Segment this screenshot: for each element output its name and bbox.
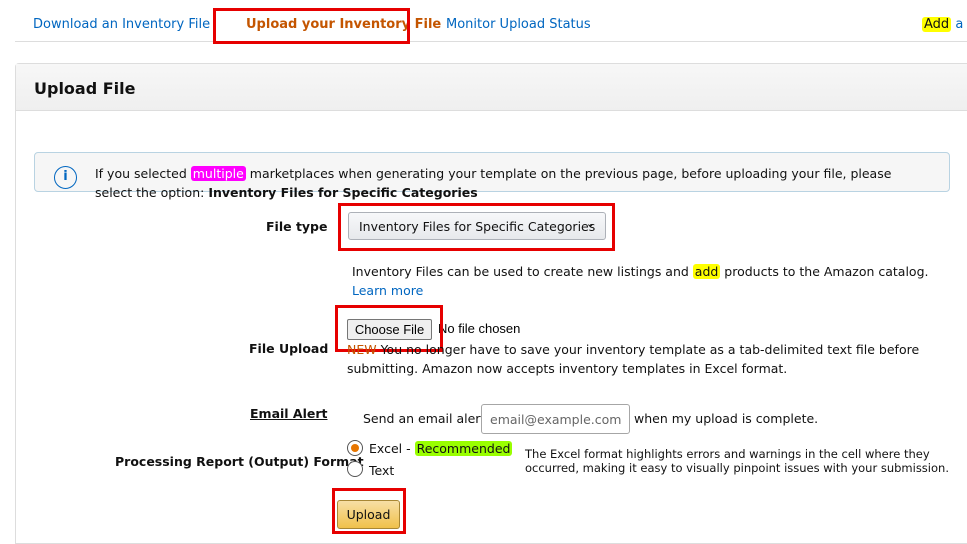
highlight-add: Add — [922, 17, 952, 32]
chevron-down-icon: ⌄ — [585, 217, 595, 230]
choose-file-button[interactable]: Choose File — [347, 319, 432, 340]
email-input[interactable]: email@example.com — [481, 404, 630, 434]
info-icon: i — [54, 166, 77, 189]
file-upload-note-line1: You no longer have to save your inventor… — [376, 342, 920, 357]
new-tag: NEW — [347, 342, 377, 357]
radio-excel-label: Excel - Recommended — [369, 439, 513, 458]
report-format-description: The Excel format highlights errors and w… — [525, 447, 949, 475]
panel-header: Upload File — [16, 64, 967, 111]
learn-more-link[interactable]: Learn more — [352, 281, 423, 300]
file-upload-note-line2: submitting. Amazon now accepts inventory… — [347, 361, 788, 376]
panel-title: Upload File — [34, 79, 136, 98]
info-alert: i If you selected multiple marketplaces … — [34, 152, 950, 200]
file-type-desc-after: products to the Amazon catalog. — [720, 264, 929, 279]
excel-label-text: Excel - — [369, 441, 415, 456]
info-text: If you selected multiple marketplaces wh… — [95, 164, 919, 202]
tab-download-inventory[interactable]: Download an Inventory File — [33, 17, 210, 32]
upload-button[interactable]: Upload — [337, 500, 400, 529]
file-type-select[interactable]: Inventory Files for Specific Categories … — [348, 212, 606, 240]
recommended-badge: Recommended — [414, 441, 513, 456]
report-desc-line2: occurred, making it easy to visually pin… — [525, 461, 949, 475]
file-upload-label: File Upload — [249, 341, 329, 356]
no-file-chosen-text: No file chosen — [438, 321, 521, 336]
email-alert-label: Email Alert — [250, 406, 328, 421]
radio-excel[interactable] — [347, 440, 363, 456]
file-upload-note: NEW You no longer have to save your inve… — [347, 340, 919, 359]
highlight-multiple: multiple — [190, 166, 246, 181]
file-type-label: File type — [266, 219, 328, 234]
tab-monitor-upload-status[interactable]: Monitor Upload Status — [446, 17, 591, 32]
radio-text-label: Text — [369, 463, 395, 478]
tab-bar: Download an Inventory File Upload your I… — [15, 0, 967, 42]
report-desc-line1: The Excel format highlights errors and w… — [525, 447, 930, 461]
info-bold-option: Inventory Files for Specific Categories — [208, 185, 478, 200]
email-alert-prefix: Send an email alert — [363, 411, 486, 426]
radio-text[interactable] — [347, 461, 363, 477]
info-text-before: If you selected — [95, 166, 191, 181]
file-type-desc-before: Inventory Files can be used to create ne… — [352, 264, 693, 279]
highlight-add-desc: add — [692, 264, 721, 279]
file-type-description: Inventory Files can be used to create ne… — [352, 262, 929, 281]
add-link-trailing: a — [955, 17, 964, 32]
add-link[interactable]: Add a — [922, 17, 963, 32]
file-type-selected: Inventory Files for Specific Categories — [359, 219, 596, 234]
report-format-label: Processing Report (Output) Format — [115, 454, 364, 469]
email-alert-suffix: when my upload is complete. — [634, 411, 819, 426]
tab-upload-inventory[interactable]: Upload your Inventory File — [246, 17, 441, 32]
